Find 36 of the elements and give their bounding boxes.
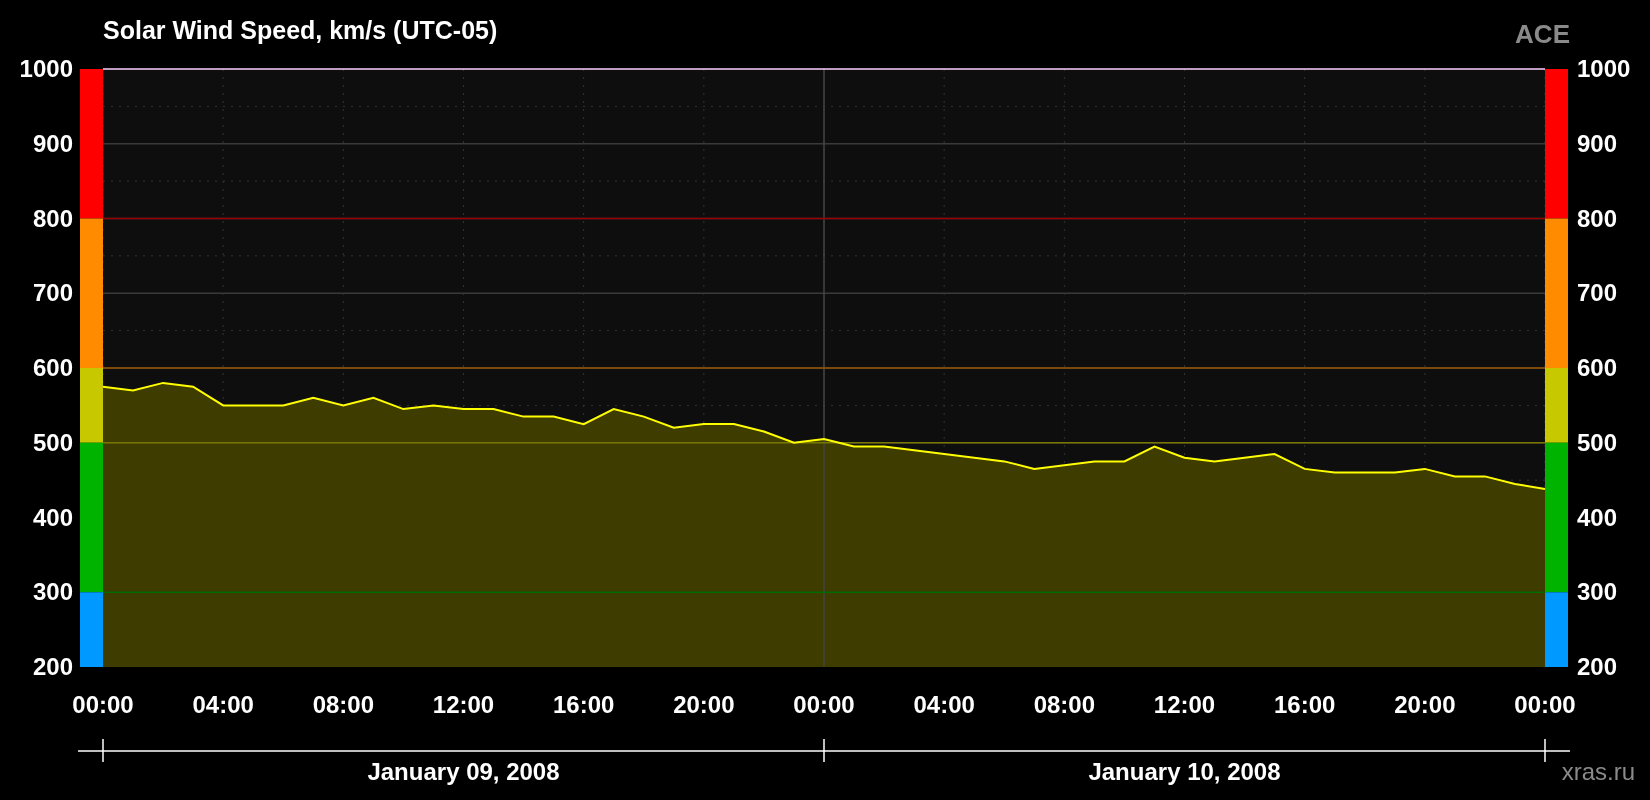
- y-tick-label: 700: [32, 279, 73, 307]
- x-tick-label: 12:00: [1153, 691, 1216, 718]
- y-tick-label: 200: [32, 653, 73, 680]
- date-label: January 10, 2008: [1088, 758, 1281, 785]
- x-tick-label: 16:00: [552, 691, 615, 718]
- x-tick-label: 08:00: [312, 691, 375, 718]
- y-tick-label: 1000: [1577, 55, 1631, 82]
- x-tick-label: 08:00: [1033, 691, 1096, 718]
- y-tick-label: 700: [1577, 279, 1618, 307]
- y-tick-label: 900: [32, 129, 73, 157]
- credit-label: xras.ru: [1561, 758, 1635, 785]
- y-tick-label: 400: [1577, 503, 1618, 531]
- y-tick-label: 300: [1577, 578, 1618, 606]
- chart-title: Solar Wind Speed, km/s (UTC-05): [103, 16, 498, 44]
- x-tick-label: 00:00: [1514, 691, 1576, 718]
- y-tick-label: 300: [32, 578, 73, 606]
- instrument-label: ACE: [1515, 19, 1570, 49]
- x-tick-label: 04:00: [913, 691, 975, 718]
- y-tick-label: 400: [32, 503, 73, 531]
- y-tick-label: 600: [1577, 354, 1618, 381]
- y-tick-label: 600: [32, 354, 73, 381]
- x-tick-label: 20:00: [1394, 691, 1456, 718]
- y-tick-label: 1000: [19, 55, 73, 82]
- x-tick-label: 00:00: [72, 691, 134, 718]
- y-tick-label: 500: [1577, 428, 1618, 456]
- y-tick-label: 900: [1577, 129, 1618, 157]
- x-tick-label: 12:00: [432, 691, 495, 718]
- y-tick-label: 200: [1577, 653, 1618, 680]
- x-tick-label: 16:00: [1273, 691, 1336, 718]
- y-tick-label: 800: [1577, 204, 1618, 232]
- y-tick-label: 500: [32, 428, 73, 456]
- y-tick-label: 800: [32, 204, 73, 232]
- date-label: January 09, 2008: [367, 758, 560, 785]
- x-tick-label: 20:00: [673, 691, 735, 718]
- x-tick-label: 00:00: [793, 691, 855, 718]
- x-tick-label: 04:00: [192, 691, 254, 718]
